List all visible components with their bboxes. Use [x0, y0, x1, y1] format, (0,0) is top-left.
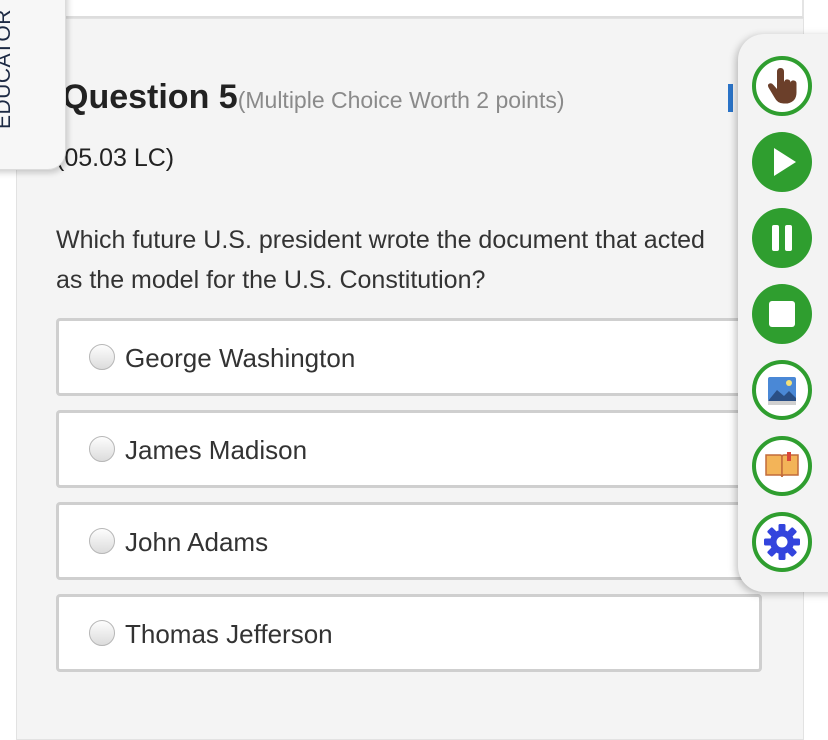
choice-option[interactable]: George Washington — [56, 318, 762, 396]
radio-button[interactable] — [89, 436, 115, 462]
question-text: Which future U.S. president wrote the do… — [56, 226, 705, 294]
radio-button[interactable] — [89, 344, 115, 370]
stop-button[interactable] — [752, 284, 812, 344]
educator-tab[interactable]: EDUCATOR — [0, 0, 66, 170]
choice-label: John Adams — [125, 527, 269, 557]
play-icon — [774, 148, 796, 176]
play-button[interactable] — [752, 132, 812, 192]
radio-button[interactable] — [89, 528, 115, 554]
gear-icon — [764, 524, 800, 560]
book-button[interactable] — [752, 436, 812, 496]
radio-button[interactable] — [89, 620, 115, 646]
choice-option[interactable]: John Adams — [56, 502, 762, 580]
choice-label: George Washington — [125, 343, 356, 373]
question-worth: (Multiple Choice Worth 2 points) — [237, 87, 565, 113]
stop-icon — [769, 301, 795, 327]
choice-label: Thomas Jefferson — [125, 619, 333, 649]
image-icon — [768, 377, 796, 405]
question-code: (05.03 LC) — [56, 144, 175, 172]
hand-pointer-button[interactable] — [752, 56, 812, 116]
choice-option[interactable]: Thomas Jefferson — [56, 594, 762, 672]
pause-icon — [772, 225, 792, 251]
pause-button[interactable] — [752, 208, 812, 268]
pin-icon[interactable] — [728, 84, 733, 112]
previous-question-card — [62, 0, 804, 18]
choice-option[interactable]: James Madison — [56, 410, 762, 488]
hand-pointer-icon — [767, 68, 797, 104]
book-icon — [765, 452, 799, 478]
question-header: Question 5(Multiple Choice Worth 2 point… — [62, 78, 565, 117]
settings-button[interactable] — [752, 512, 812, 572]
image-button[interactable] — [752, 360, 812, 420]
choice-label: James Madison — [125, 435, 308, 465]
reading-toolbar — [738, 34, 828, 592]
question-title: Question 5 — [62, 78, 238, 116]
educator-label: EDUCATOR — [0, 9, 15, 129]
